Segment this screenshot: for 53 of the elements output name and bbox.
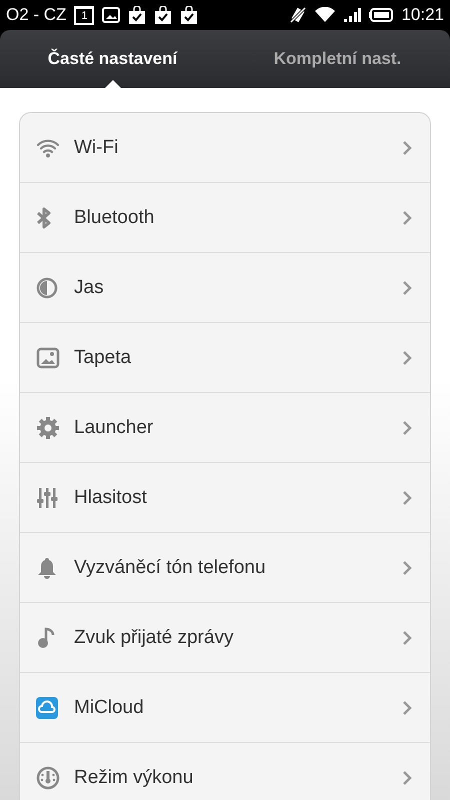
wifi-icon xyxy=(36,138,60,158)
carrier-name: O2 - CZ xyxy=(6,5,66,25)
clock-time: 10:21 xyxy=(401,5,444,25)
item-label: MiCloud xyxy=(74,696,145,718)
chevron-icon xyxy=(402,700,412,716)
item-label: Hlasitost xyxy=(74,486,148,508)
equalizer-icon xyxy=(36,486,58,508)
wifi-signal-icon xyxy=(315,7,336,23)
chevron-icon xyxy=(402,630,412,646)
cell-signal-icon xyxy=(343,7,362,23)
vibrate-off-icon xyxy=(289,6,308,24)
settings-item[interactable]: Tapeta xyxy=(20,323,430,393)
settings-item[interactable]: Hlasitost xyxy=(20,463,430,533)
item-label: Jas xyxy=(74,276,105,298)
settings-item[interactable]: Bluetooth xyxy=(20,183,430,253)
item-label: Režim výkonu xyxy=(74,766,194,788)
shopping-bag-icon xyxy=(180,6,198,24)
settings-item[interactable]: Wi-Fi xyxy=(20,113,430,183)
gauge-icon xyxy=(36,766,60,790)
item-label: Bluetooth xyxy=(74,206,156,228)
settings-item[interactable]: Zvuk přijaté zprávy xyxy=(20,603,430,673)
item-label: Wi-Fi xyxy=(74,136,120,158)
chevron-icon xyxy=(402,280,412,296)
calendar-icon: 1 xyxy=(74,6,94,24)
settings-item[interactable]: Launcher xyxy=(20,393,430,463)
brightness-icon xyxy=(36,276,58,298)
music-note-icon xyxy=(36,626,56,648)
item-label: Launcher xyxy=(74,416,154,438)
chevron-icon xyxy=(402,490,412,506)
image-icon xyxy=(36,346,60,368)
shopping-bag-icon xyxy=(128,6,146,24)
item-label: Tapeta xyxy=(74,346,132,368)
chevron-icon xyxy=(402,770,412,786)
settings-item[interactable]: Režim výkonu xyxy=(20,743,430,800)
settings-item[interactable]: Jas xyxy=(20,253,430,323)
settings-item[interactable]: MiCloud xyxy=(20,673,430,743)
chevron-icon xyxy=(402,420,412,436)
tab[interactable]: Kompletní nast. xyxy=(225,30,450,88)
chevron-icon xyxy=(402,140,412,156)
bluetooth-icon xyxy=(36,206,52,228)
bell-icon xyxy=(36,556,58,578)
tab[interactable]: Časté nastavení xyxy=(0,30,225,88)
item-label: Vyzváněcí tón telefonu xyxy=(74,556,267,578)
chevron-icon xyxy=(402,350,412,366)
settings-item[interactable]: Vyzváněcí tón telefonu xyxy=(20,533,430,603)
image-icon xyxy=(102,7,120,23)
shopping-bag-icon xyxy=(154,6,172,24)
chevron-icon xyxy=(402,210,412,226)
settings-icon xyxy=(36,416,60,440)
cloud-icon xyxy=(36,696,58,718)
chevron-icon xyxy=(402,560,412,576)
item-label: Zvuk přijaté zprávy xyxy=(74,626,234,648)
battery-icon xyxy=(369,8,394,22)
